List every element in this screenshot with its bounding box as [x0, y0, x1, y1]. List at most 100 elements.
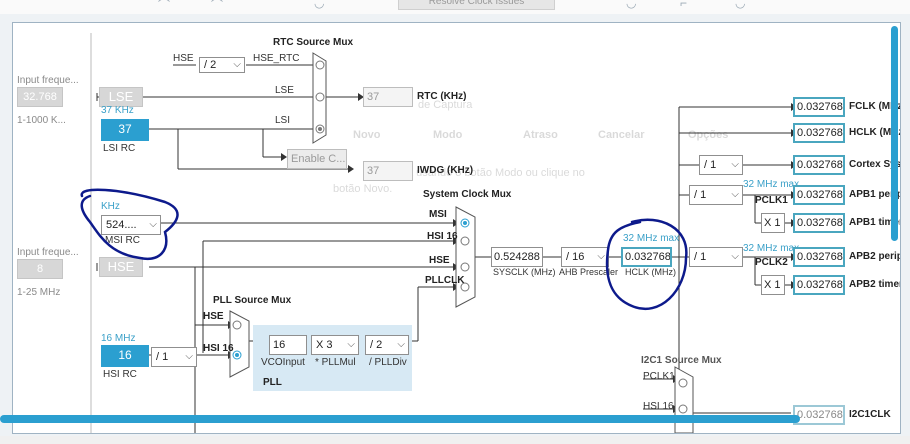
apb1-peripheral-output[interactable]: 0.032768	[793, 185, 845, 205]
lse-frequency-input[interactable]: 32.768	[17, 87, 63, 107]
apb1-timer-multiplier[interactable]: X 1	[761, 213, 785, 233]
pll-mul-label: * PLLMul	[315, 357, 356, 368]
pll-hse-label: HSE	[203, 311, 224, 322]
sysmux-pllclk-label: PLLCLK	[425, 275, 465, 286]
sysmux-hsi16-label: HSI 16	[427, 231, 458, 242]
hse-oscillator[interactable]: HSE	[99, 257, 143, 277]
hsi-frequency: 16 MHz	[101, 333, 136, 344]
hclk-input[interactable]: 0.032768	[621, 247, 672, 267]
horizontal-scrollbar[interactable]	[0, 415, 800, 423]
zoom-in-icon[interactable]: ◡	[626, 0, 636, 10]
chevron-down-icon: ⌵	[233, 59, 241, 70]
pll-hsi16-label: HSI 16	[203, 343, 234, 354]
fit-icon[interactable]: ⌐	[680, 0, 687, 10]
fclk-output[interactable]: 0.032768	[793, 97, 845, 117]
sysmux-hse-label: HSE	[429, 255, 450, 266]
rtc-lse-label: LSE	[275, 85, 294, 96]
apb2-timer-output[interactable]: 0.032768	[793, 275, 845, 295]
i2c1-mux-title: I2C1 Source Mux	[641, 355, 722, 366]
apb2-prescaler-select[interactable]: / 1 ⌵	[689, 247, 743, 267]
rtc-lsi-label: LSI	[275, 115, 291, 126]
pll-div-select[interactable]: / 2 ⌵	[365, 335, 409, 355]
hclk-max-label: 32 MHz max	[623, 233, 680, 244]
apb2-max-label: 32 MHz max	[743, 243, 800, 254]
pclk1-label: PCLK1	[755, 195, 788, 206]
apb1-max-label: 32 MHz max	[743, 179, 800, 190]
undo-icon[interactable]: ⌒	[158, 0, 170, 13]
apb1-prescaler-select[interactable]: / 1 ⌵	[689, 185, 743, 205]
rtc-clock-output[interactable]: 37	[363, 87, 413, 107]
chevron-down-icon: ⌵	[347, 339, 355, 350]
chevron-down-icon: ⌵	[731, 189, 739, 200]
rtc-mux-title: RTC Source Mux	[273, 37, 354, 48]
apb1-timer-output[interactable]: 0.032768	[793, 213, 845, 233]
chevron-down-icon: ⌵	[185, 351, 193, 362]
iwdg-clock-output[interactable]: 37	[363, 161, 413, 181]
hsi-rc-value[interactable]: 16	[101, 345, 149, 367]
i2c-mux-shape	[674, 366, 694, 433]
system-mux-title: System Clock Mux	[423, 189, 512, 200]
hse-freq-label: Input freque...	[17, 247, 79, 258]
msi-unit: KHz	[101, 201, 120, 212]
msi-range-value: 524....	[106, 219, 137, 231]
cortex-timer-divider-select[interactable]: / 1 ⌵	[699, 155, 743, 175]
hse-rtc-label: HSE_RTC	[253, 53, 300, 64]
pll-mul-select[interactable]: X 3 ⌵	[311, 335, 359, 355]
sysmux-msi-label: MSI	[429, 209, 447, 220]
msi-range-select[interactable]: 524.... ⌵	[101, 215, 161, 235]
pll-label: PLL	[263, 377, 282, 388]
apb2-peripheral-output[interactable]: 0.032768	[793, 247, 845, 267]
lsi-rc-label: LSI RC	[103, 143, 136, 154]
clock-tree-canvas: de Captura Novo Modo Atraso Cancelar Opç…	[12, 22, 901, 434]
vco-input[interactable]: 16	[269, 335, 307, 355]
apb2-timer-label: APB2 timer clocks (MHz)	[849, 279, 901, 290]
lsi-frequency: 37 KHz	[101, 105, 134, 116]
lsi-rc-value[interactable]: 37	[101, 119, 149, 141]
chevron-down-icon: ⌵	[597, 251, 605, 262]
iwdg-unit-label: IWDG (KHz)	[417, 165, 474, 176]
sysclk-output[interactable]: 0.524288	[491, 247, 543, 267]
chevron-down-icon: ⌵	[397, 339, 405, 350]
i2c-pclk1-label: PCLK1	[643, 371, 675, 382]
ahb-prescaler-select[interactable]: / 16 ⌵	[561, 247, 609, 267]
rtc-hse-label: HSE	[173, 53, 194, 64]
cortex-timer-output[interactable]: 0.032768	[793, 155, 845, 175]
apb2-peripheral-label: APB2 peripheral clocks (MHz)	[849, 251, 901, 262]
apb1-prescaler-value: / 1	[694, 189, 707, 201]
hsi-divider-select[interactable]: / 1 ⌵	[151, 347, 197, 367]
lse-freq-label: Input freque...	[17, 75, 79, 86]
pclk2-label: PCLK2	[755, 257, 788, 268]
hse-rtc-divider-select[interactable]: / 2 ⌵	[199, 57, 245, 73]
chevron-down-icon: ⌵	[149, 219, 157, 230]
pll-mux-title: PLL Source Mux	[213, 295, 292, 306]
hse-range: 1-25 MHz	[17, 287, 61, 298]
lse-range: 1-1000 K...	[17, 115, 66, 126]
chevron-down-icon: ⌵	[731, 251, 739, 262]
vco-input-label: VCOInput	[261, 357, 305, 368]
pll-mul-value: X 3	[316, 339, 333, 351]
bottom-strip	[0, 436, 910, 444]
pll-div-value: / 2	[370, 339, 383, 351]
hclk-label: HCLK (MHz)	[625, 267, 676, 277]
enable-css-button[interactable]: Enable C...	[287, 149, 347, 169]
top-toolbar: ⌒ ⌒ ◡ Resolve Clock Issues ◡ ⌐ ◡	[0, 0, 910, 14]
lse-oscillator[interactable]: LSE	[99, 87, 143, 107]
apb2-timer-multiplier[interactable]: X 1	[761, 275, 785, 295]
hclk-output[interactable]: 0.032768	[793, 123, 845, 143]
redo-icon[interactable]: ⌒	[211, 0, 223, 13]
ahb-prescaler-value: / 16	[566, 251, 585, 263]
i2c-hsi16-label: HSI 16	[643, 401, 674, 412]
resolve-clock-issues-button[interactable]: Resolve Clock Issues	[398, 0, 555, 10]
msi-rc-label: MSI RC	[105, 235, 140, 246]
vertical-scrollbar[interactable]	[891, 26, 898, 241]
rtc-unit-label: RTC (KHz)	[417, 91, 467, 102]
ahb-prescaler-label: AHB Prescaler	[559, 267, 619, 277]
zoom-out-icon[interactable]: ◡	[735, 0, 745, 10]
hse-frequency-input[interactable]: 8	[17, 259, 63, 279]
chevron-down-icon: ⌵	[731, 159, 739, 170]
hsi-rc-label: HSI RC	[103, 369, 137, 380]
i2c1-clock-label: I2C1CLK	[849, 409, 891, 420]
i2c1-clock-output[interactable]: 0.032768	[793, 405, 845, 425]
apb2-prescaler-value: / 1	[694, 251, 707, 263]
refresh-icon[interactable]: ◡	[314, 0, 324, 10]
